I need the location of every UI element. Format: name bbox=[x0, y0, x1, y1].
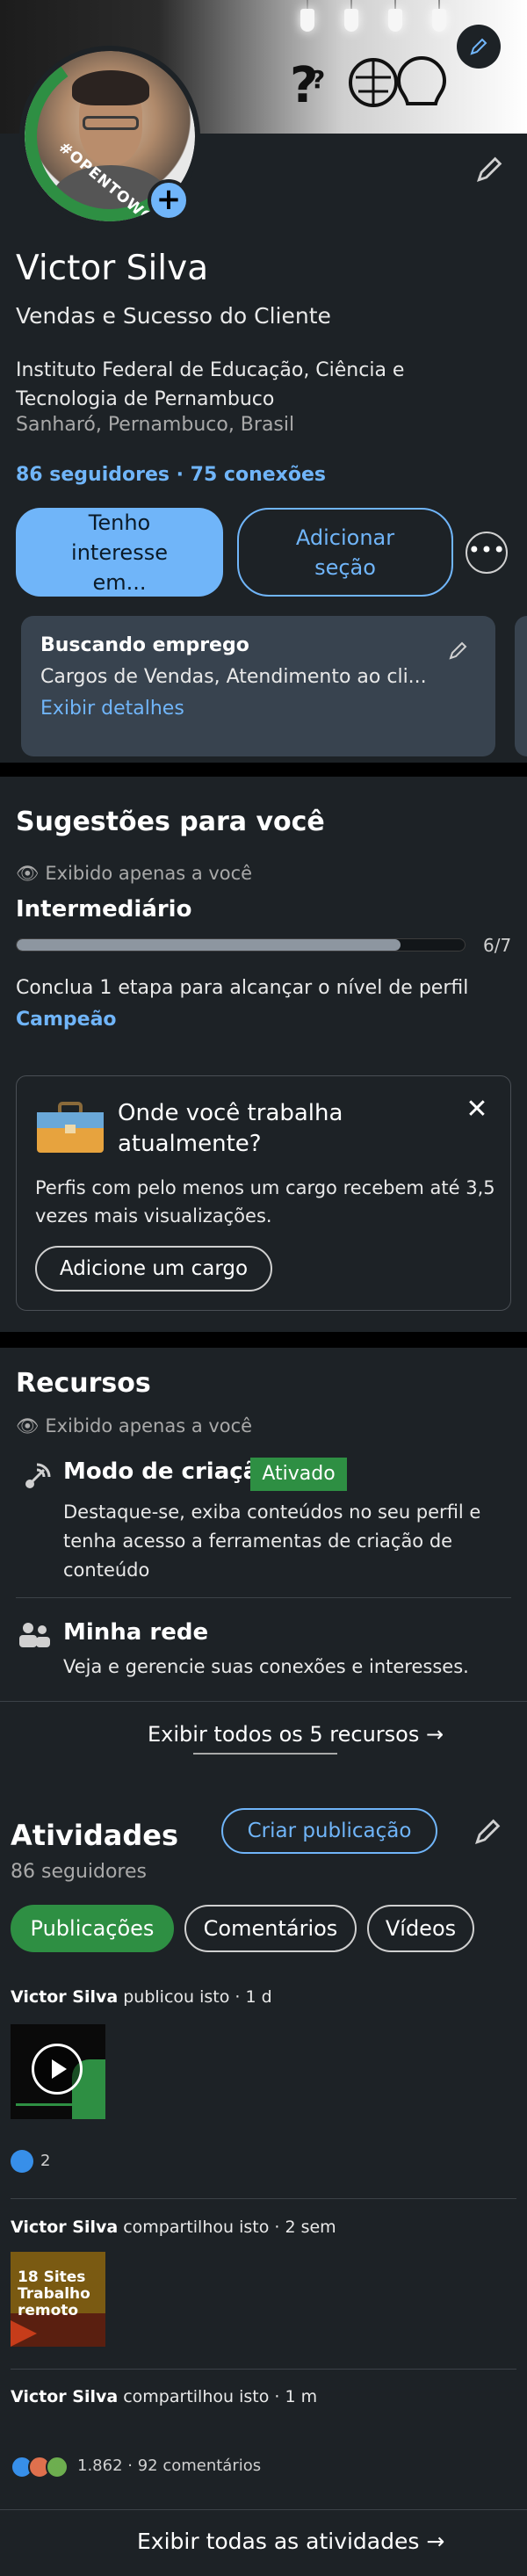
next-card-peek[interactable] bbox=[515, 616, 527, 756]
add-section-button[interactable]: Adicionar seção bbox=[237, 508, 453, 597]
profile-education[interactable]: Instituto Federal de Educação, Ciência e… bbox=[16, 356, 473, 414]
profile-level: Intermediário bbox=[16, 896, 192, 923]
position-description: Perfis com pelo menos um cargo recebem a… bbox=[35, 1177, 495, 1226]
play-icon[interactable] bbox=[32, 2044, 83, 2095]
thumbnail-caption: 18 Sites Trabalho remoto bbox=[18, 2268, 90, 2319]
svg-text:?: ? bbox=[311, 65, 325, 94]
profile-progress-bar bbox=[16, 938, 466, 952]
connections-link[interactable]: 86 seguidores · 75 conexões bbox=[16, 464, 326, 486]
post-header: Victor Silva publicou isto · 1 d bbox=[11, 1987, 272, 2007]
private-note: 👁 Exibido apenas a você bbox=[16, 1415, 252, 1437]
creator-mode-label[interactable]: Modo de criação bbox=[63, 1458, 274, 1485]
divider bbox=[16, 1597, 511, 1598]
activity-followers: 86 seguidores bbox=[11, 1861, 147, 1883]
divider bbox=[0, 1701, 527, 1702]
progress-fill bbox=[17, 939, 401, 951]
reaction-icons bbox=[11, 2456, 69, 2478]
profile-location: Sanharó, Pernambuco, Brasil bbox=[16, 414, 295, 436]
open-to-work-title: Buscando emprego bbox=[40, 634, 249, 656]
activity-card bbox=[0, 1771, 527, 2576]
divider bbox=[0, 2509, 527, 2510]
show-details-link[interactable]: Exibir detalhes bbox=[40, 698, 184, 720]
briefcase-icon bbox=[37, 1102, 104, 1153]
add-section-label: Adicionar seção bbox=[295, 525, 395, 580]
pencil-icon bbox=[477, 156, 502, 182]
post-author[interactable]: Victor Silva bbox=[11, 1987, 118, 2007]
post-author[interactable]: Victor Silva bbox=[11, 2218, 118, 2237]
progress-steps: 6/7 bbox=[483, 935, 512, 956]
interested-in-label-2: interesse bbox=[71, 540, 168, 565]
more-options-button[interactable]: ••• bbox=[466, 532, 508, 574]
private-note-text: Exibido apenas a você bbox=[45, 1415, 253, 1436]
my-network-label[interactable]: Minha rede bbox=[63, 1619, 208, 1646]
private-note: 👁 Exibido apenas a você bbox=[16, 863, 252, 885]
link-underline bbox=[193, 1753, 337, 1755]
create-post-button[interactable]: Criar publicação bbox=[221, 1808, 437, 1854]
interested-in-label-3: em... bbox=[92, 570, 147, 595]
tab-posts[interactable]: Publicações bbox=[11, 1905, 174, 1952]
post-header: Victor Silva compartilhou isto · 2 sem bbox=[11, 2218, 336, 2237]
reaction-count[interactable]: 2 bbox=[40, 2152, 50, 2170]
post-header: Victor Silva compartilhou isto · 1 m bbox=[11, 2387, 317, 2406]
divider bbox=[11, 2369, 516, 2370]
my-network-description: Veja e gerencie suas conexões e interess… bbox=[63, 1656, 469, 1677]
add-position-button[interactable]: Adicione um cargo bbox=[35, 1246, 272, 1292]
profile-name: Victor Silva bbox=[16, 249, 209, 288]
progress-description: Conclua 1 etapa para alcançar o nível de… bbox=[16, 977, 469, 999]
profile-headline: Vendas e Sucesso do Cliente bbox=[16, 303, 331, 329]
edit-banner-button[interactable] bbox=[457, 25, 501, 69]
open-to-work-roles: Cargos de Vendas, Atendimento ao cli... bbox=[40, 666, 427, 688]
creator-mode-status: Ativado bbox=[250, 1458, 347, 1491]
pencil-icon bbox=[449, 641, 467, 660]
interested-in-label-1: Tenho bbox=[88, 510, 151, 535]
resources-title: Recursos bbox=[16, 1368, 151, 1399]
post-author[interactable]: Victor Silva bbox=[11, 2387, 118, 2406]
edit-profile-button[interactable] bbox=[473, 151, 508, 186]
like-reaction-icon bbox=[11, 2150, 33, 2173]
post-meta: publicou isto · 1 d bbox=[118, 1987, 272, 2007]
eye-icon: 👁 bbox=[16, 863, 40, 884]
edit-open-to-work-button[interactable] bbox=[446, 638, 471, 662]
banner-illustration: ? ? bbox=[290, 55, 447, 112]
interested-in-button[interactable]: Tenho interesse em... bbox=[16, 508, 223, 597]
position-question: Onde você trabalha atualmente? bbox=[118, 1100, 343, 1157]
creator-mode-description: Destaque-se, exiba conteúdos no seu perf… bbox=[63, 1501, 481, 1581]
post-meta: compartilhou isto · 1 m bbox=[118, 2387, 318, 2406]
add-photo-button[interactable]: + bbox=[148, 179, 190, 221]
show-all-activity-link[interactable]: Exibir todas as atividades → bbox=[137, 2529, 444, 2554]
close-icon[interactable]: ✕ bbox=[464, 1096, 490, 1123]
tab-comments[interactable]: Comentários bbox=[184, 1905, 357, 1952]
suggestions-title: Sugestões para você bbox=[16, 807, 325, 837]
show-all-resources-link[interactable]: Exibir todos os 5 recursos → bbox=[148, 1722, 444, 1747]
edit-activity-button[interactable] bbox=[471, 1813, 506, 1849]
tab-videos[interactable]: Vídeos bbox=[367, 1905, 474, 1952]
pencil-icon bbox=[475, 1819, 501, 1844]
pencil-icon bbox=[470, 38, 487, 55]
activity-title: Atividades bbox=[11, 1819, 179, 1852]
people-icon bbox=[19, 1623, 50, 1647]
broadcast-icon bbox=[25, 1463, 51, 1488]
eye-icon: 👁 bbox=[16, 1415, 40, 1436]
next-level-link[interactable]: Campeão bbox=[16, 1009, 117, 1031]
post-meta: compartilhou isto · 2 sem bbox=[118, 2218, 336, 2237]
divider bbox=[11, 2198, 516, 2199]
private-note-text: Exibido apenas a você bbox=[45, 863, 253, 884]
reaction-count[interactable]: 1.862 · 92 comentários bbox=[77, 2457, 261, 2475]
